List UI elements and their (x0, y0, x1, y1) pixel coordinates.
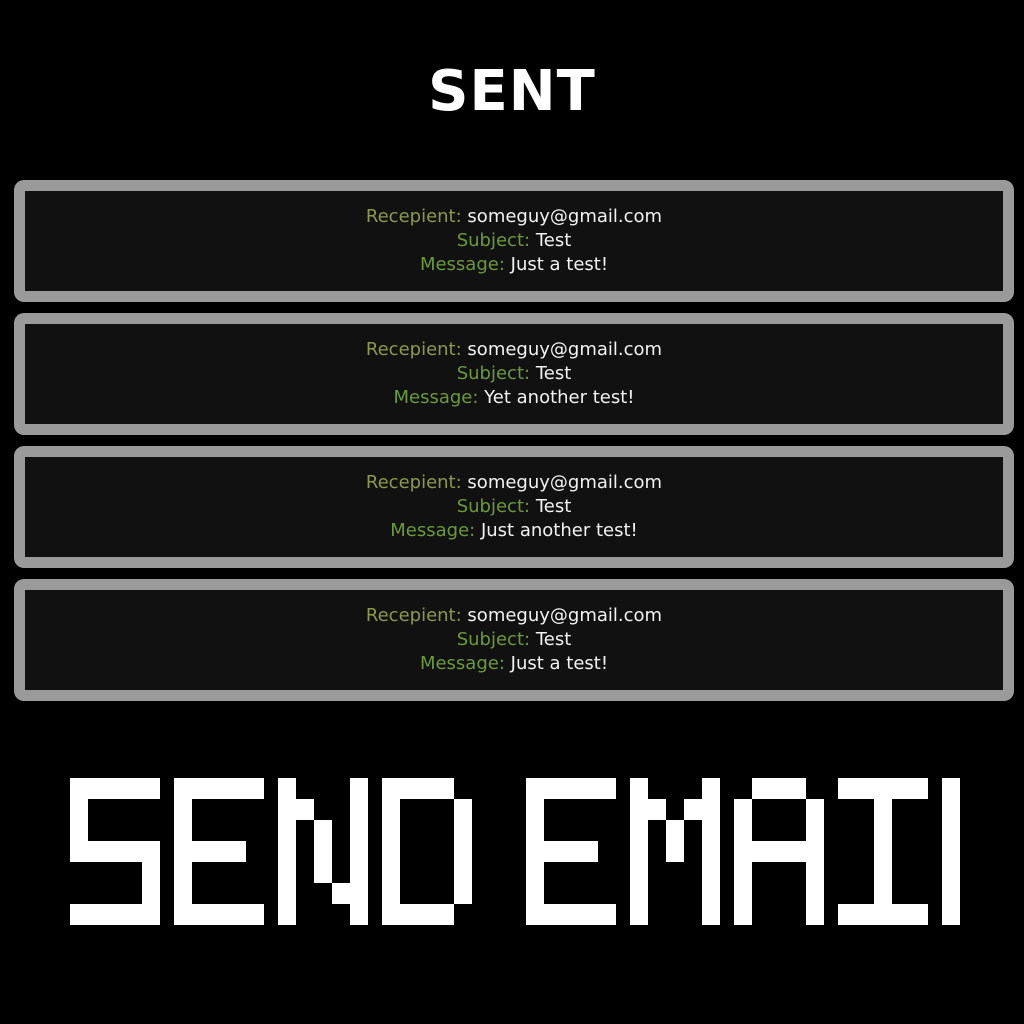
recipient-value: someguy@gmail.com (467, 605, 663, 626)
recipient-label: Recepient: (365, 206, 462, 227)
message-row: Message: Yet another test! (393, 386, 634, 410)
message-label: Message: (393, 387, 479, 408)
subject-row: Subject: Test (457, 628, 572, 652)
subject-row: Subject: Test (457, 362, 572, 386)
sent-email-card: Recepient: someguy@gmail.com Subject: Te… (14, 579, 1014, 701)
recipient-label: Recepient: (365, 339, 462, 360)
subject-value: Test (535, 230, 572, 251)
message-label: Message: (390, 520, 476, 541)
pixel-letter-e (526, 778, 616, 925)
recipient-value: someguy@gmail.com (467, 339, 663, 360)
recipient-row: Recepient: someguy@gmail.com (366, 604, 662, 628)
message-label: Message: (419, 653, 505, 674)
sent-email-list: Recepient: someguy@gmail.com Subject: Te… (14, 180, 1014, 712)
subject-label: Subject: (456, 496, 531, 517)
recipient-label: Recepient: (365, 472, 462, 493)
message-value: Just a test! (510, 653, 609, 674)
subject-value: Test (535, 496, 572, 517)
sent-email-card: Recepient: someguy@gmail.com Subject: Te… (14, 180, 1014, 302)
subject-row: Subject: Test (457, 495, 572, 519)
message-row: Message: Just another test! (390, 519, 637, 543)
message-label: Message: (419, 254, 505, 275)
pixel-letter-i (838, 778, 928, 925)
pixel-letter-l (942, 778, 960, 925)
message-value: Yet another test! (484, 387, 635, 408)
subject-label: Subject: (456, 629, 531, 650)
recipient-value: someguy@gmail.com (467, 206, 663, 227)
recipient-row: Recepient: someguy@gmail.com (366, 338, 662, 362)
message-row: Message: Just a test! (420, 652, 608, 676)
send-emails-button[interactable]: SEND EMAILS (60, 770, 960, 935)
page-title: SENT (428, 59, 596, 124)
pixel-letter-m (630, 778, 720, 925)
message-row: Message: Just a test! (420, 253, 608, 277)
recipient-label: Recepient: (365, 605, 462, 626)
pixel-letter-a (734, 778, 824, 925)
recipient-row: Recepient: someguy@gmail.com (366, 471, 662, 495)
sent-email-card: Recepient: someguy@gmail.com Subject: Te… (14, 446, 1014, 568)
pixel-letter-n (278, 778, 368, 925)
message-value: Just another test! (480, 520, 638, 541)
subject-label: Subject: (456, 363, 531, 384)
message-value: Just a test! (510, 254, 609, 275)
sent-email-card: Recepient: someguy@gmail.com Subject: Te… (14, 313, 1014, 435)
subject-label: Subject: (456, 230, 531, 251)
send-emails-pixel-text (70, 778, 960, 925)
subject-row: Subject: Test (457, 229, 572, 253)
subject-value: Test (535, 629, 572, 650)
pixel-letter-s (70, 778, 160, 925)
recipient-row: Recepient: someguy@gmail.com (366, 205, 662, 229)
subject-value: Test (535, 363, 572, 384)
pixel-letter-e (174, 778, 264, 925)
pixel-letter-d (382, 778, 472, 925)
recipient-value: someguy@gmail.com (467, 472, 663, 493)
